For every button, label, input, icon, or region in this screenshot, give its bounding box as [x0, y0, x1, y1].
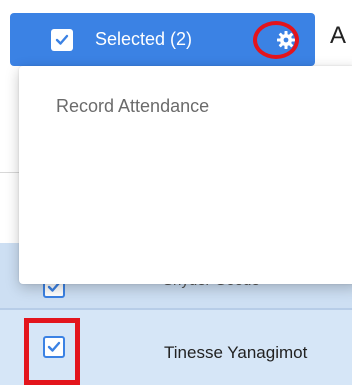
highlight-box [24, 318, 80, 385]
actions-dropdown: Record Attendance [19, 66, 352, 284]
highlight-circle [253, 21, 299, 59]
page-title: A [330, 22, 347, 49]
checkbox-icon [51, 28, 73, 51]
menu-item-record-attendance[interactable]: Record Attendance [56, 96, 209, 117]
selected-label: Selected (2) [95, 29, 193, 49]
selected-button[interactable]: Selected (2) [10, 13, 257, 66]
student-name: Tinesse Yanagimot [164, 343, 308, 362]
